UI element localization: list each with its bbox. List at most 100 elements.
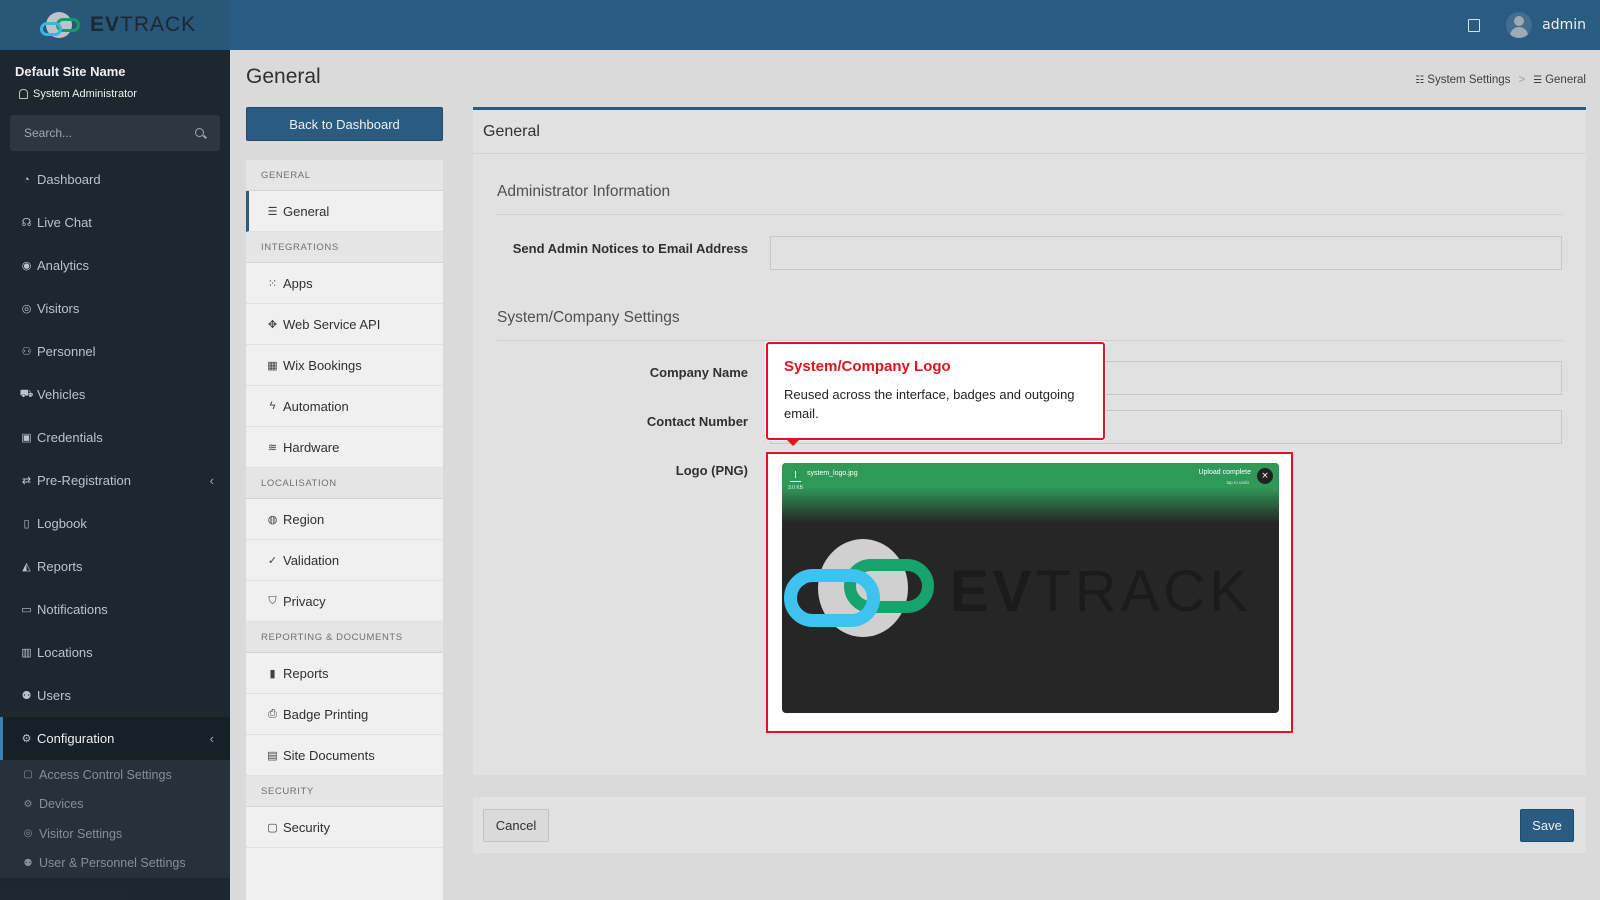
eye-icon: ◎ — [23, 828, 33, 840]
sidebar-item-label: Dashboard — [37, 172, 101, 187]
sidebar-item-logbook[interactable]: ▯ Logbook — [0, 502, 230, 545]
sidebar-subitem-label: Devices — [39, 797, 84, 812]
gear-icon: ⚙ — [23, 798, 33, 810]
file-size: 3.0 KB — [788, 485, 804, 491]
top-bar: EVTRACK admin — [0, 0, 1600, 50]
user-cog-icon: ⚇ — [21, 346, 32, 358]
sidebar: Default Site Name System Administrator ◔… — [0, 50, 230, 900]
breadcrumb-system-settings[interactable]: ☷ System Settings — [1415, 74, 1510, 86]
sidebar-item-credentials[interactable]: ▣ Credentials — [0, 416, 230, 459]
settings-item-label: Hardware — [283, 439, 340, 455]
back-to-dashboard-button[interactable]: Back to Dashboard — [246, 107, 443, 141]
sidebar-item-live-chat[interactable]: ☊ Live Chat — [0, 201, 230, 244]
admin-email-label: Send Admin Notices to Email Address — [512, 241, 748, 256]
sidebar-subitem-user-personnel-settings[interactable]: ⚉ User & Personnel Settings — [0, 849, 230, 879]
sidebar-item-notifications[interactable]: ▭ Notifications — [0, 588, 230, 631]
tooltip-body: Reused across the interface, badges and … — [784, 387, 1075, 421]
calendar-icon: ▦ — [267, 359, 278, 372]
sidebar-item-pre-registration[interactable]: ⇄ Pre-Registration ‹ — [0, 459, 230, 502]
settings-item-hardware[interactable]: ≋ Hardware — [246, 427, 443, 468]
dashboard-icon: ◔ — [23, 173, 30, 186]
sidebar-item-label: Notifications — [37, 602, 108, 617]
user-menu[interactable]: admin — [1506, 12, 1586, 38]
settings-item-region[interactable]: ◍ Region — [246, 499, 443, 540]
sidebar-search — [10, 115, 220, 151]
settings-item-apps[interactable]: ⁙ Apps — [246, 263, 443, 304]
sidebar-item-reports[interactable]: ◭ Reports — [0, 545, 230, 588]
settings-item-label: Badge Printing — [283, 706, 369, 722]
company-section-title: System/Company Settings — [497, 309, 680, 326]
settings-item-label: Web Service API — [283, 316, 381, 332]
sidebar-subitem-label: Access Control Settings — [39, 767, 172, 782]
settings-item-web-service-api[interactable]: ✥ Web Service API — [246, 304, 443, 345]
sidebar-subitem-label: User & Personnel Settings — [39, 856, 186, 871]
close-icon[interactable]: × — [1257, 468, 1273, 484]
evtrack-logo-icon — [40, 10, 86, 40]
download-icon[interactable] — [790, 471, 801, 482]
sidebar-item-label: Credentials — [37, 430, 103, 445]
admin-email-field[interactable] — [770, 236, 1562, 270]
settings-item-label: Region — [283, 511, 325, 527]
sidebar-item-visitors[interactable]: ◎ Visitors — [0, 287, 230, 330]
settings-group-header: REPORTING & DOCUMENTS — [246, 622, 443, 653]
search-input[interactable] — [10, 115, 220, 151]
sidebar-item-vehicles[interactable]: ⛟ Vehicles — [0, 373, 230, 416]
sidebar-item-label: Live Chat — [37, 215, 92, 230]
settings-item-automation[interactable]: ϟ Automation — [246, 386, 443, 427]
user-role: System Administrator — [19, 88, 137, 100]
settings-item-site-documents[interactable]: ▤ Site Documents — [246, 735, 443, 776]
bolt-icon: ϟ — [269, 400, 276, 412]
settings-item-security[interactable]: ▢ Security — [246, 807, 443, 848]
sidebar-subitem-access-control-settings[interactable]: ▢ Access Control Settings — [0, 760, 230, 790]
list-icon: ☰ — [1533, 75, 1543, 86]
settings-item-label: Security — [283, 819, 330, 835]
admin-section-title: Administrator Information — [497, 183, 671, 200]
settings-group-header: GENERAL — [246, 160, 443, 191]
sidebar-item-label: Vehicles — [37, 387, 86, 402]
settings-item-label: Site Documents — [283, 747, 375, 763]
settings-item-badge-printing[interactable]: ⎙ Badge Printing — [246, 694, 443, 735]
arrows-icon: ✥ — [267, 318, 278, 331]
save-button[interactable]: Save — [1520, 809, 1574, 842]
logo-upload-preview[interactable]: system_logo.jpg 3.0 KB Upload complete t… — [782, 463, 1279, 713]
settings-item-reports[interactable]: ▮ Reports — [246, 653, 443, 694]
exchange-icon: ⇄ — [21, 475, 32, 487]
sidebar-nav: ◔ Dashboard ☊ Live Chat ◉ Analytics ◎ Visitors ⚇… — [0, 158, 230, 878]
bar-chart-icon: ▮ — [269, 667, 276, 680]
sidebar-item-locations[interactable]: ▥ Locations — [0, 631, 230, 674]
sidebar-item-personnel[interactable]: ⚇ Personnel — [0, 330, 230, 373]
settings-item-wix-bookings[interactable]: ▦ Wix Bookings — [246, 345, 443, 386]
settings-menu: GENERAL ☰ General INTEGRATIONS ⁙ Apps ✥ Web Ser… — [246, 160, 443, 900]
settings-item-general[interactable]: ☰ General — [246, 191, 443, 232]
uploaded-logo-icon — [784, 539, 944, 639]
id-card-icon: ▣ — [21, 432, 32, 444]
settings-group-header: INTEGRATIONS — [246, 232, 443, 263]
shield-icon: ⛉ — [268, 594, 277, 607]
target-icon: ◉ — [21, 260, 32, 272]
sidebar-item-label: Locations — [37, 645, 93, 660]
sidebar-item-users[interactable]: ⚉ Users — [0, 674, 230, 717]
book-icon[interactable] — [1468, 18, 1481, 32]
chevron-left-icon: ‹ — [209, 731, 214, 746]
cancel-button[interactable]: Cancel — [483, 809, 549, 842]
sidebar-item-analytics[interactable]: ◉ Analytics — [0, 244, 230, 287]
brand-logo[interactable]: EVTRACK — [0, 0, 230, 50]
users-icon: ⚉ — [23, 857, 33, 869]
search-icon[interactable] — [195, 128, 204, 137]
undo-link[interactable]: tap to undo — [1226, 480, 1249, 485]
headset-icon: ☊ — [21, 217, 32, 229]
breadcrumb-separator: > — [1518, 74, 1526, 86]
settings-item-privacy[interactable]: ⛉ Privacy — [246, 581, 443, 622]
sidebar-item-configuration[interactable]: ⚙ Configuration ‹ — [0, 717, 230, 760]
sidebar-item-label: Configuration — [37, 731, 115, 746]
settings-item-label: Automation — [283, 398, 349, 414]
settings-item-validation[interactable]: ✓ Validation — [246, 540, 443, 581]
sidebar-item-label: Logbook — [37, 516, 87, 531]
check-circle-icon: ✓ — [267, 554, 278, 567]
settings-item-label: Reports — [283, 665, 329, 681]
sidebar-subitem-devices[interactable]: ⚙ Devices — [0, 790, 230, 820]
sidebar-subitem-visitor-settings[interactable]: ◎ Visitor Settings — [0, 819, 230, 849]
panel-title: General — [473, 110, 1586, 154]
sidebar-item-dashboard[interactable]: ◔ Dashboard — [0, 158, 230, 201]
user-name: admin — [1542, 17, 1586, 33]
